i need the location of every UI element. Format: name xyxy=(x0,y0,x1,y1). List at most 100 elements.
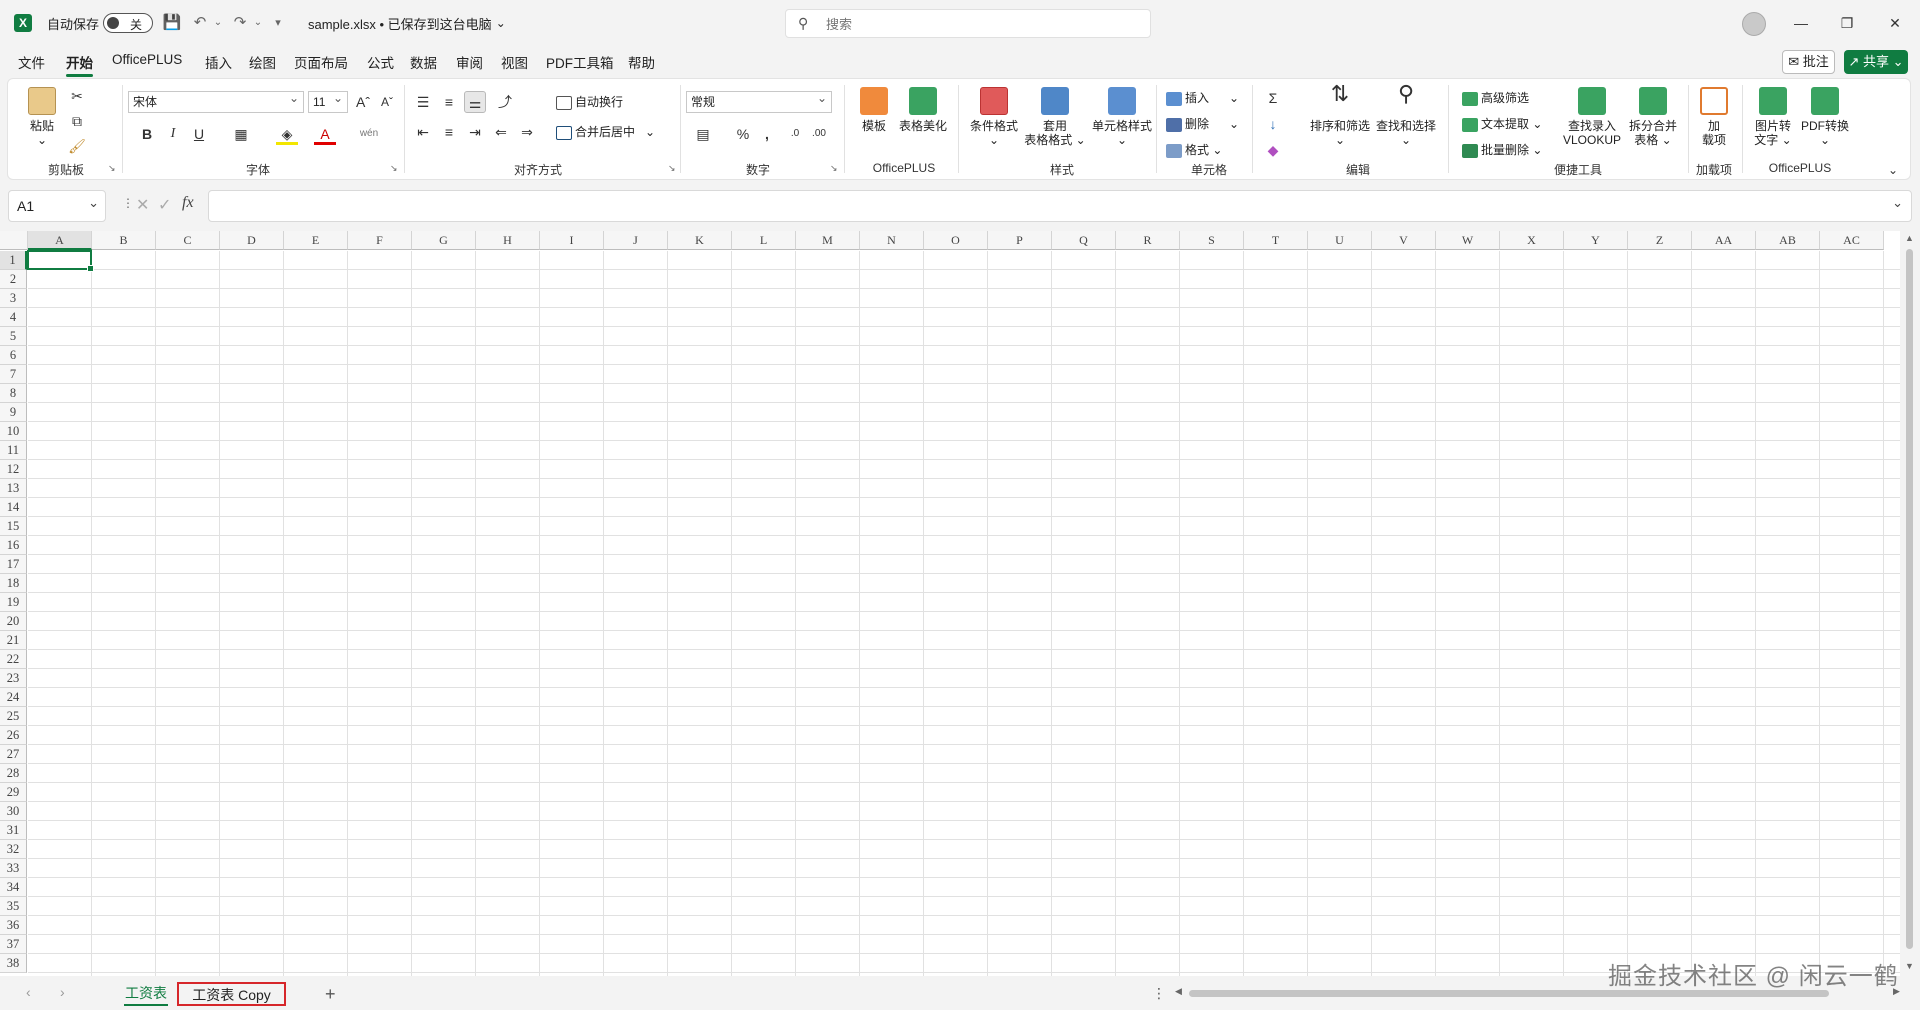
column-header-i[interactable]: I xyxy=(540,231,604,250)
tab-insert[interactable]: 插入 xyxy=(205,52,232,72)
column-header-o[interactable]: O xyxy=(924,231,988,250)
align-middle-icon[interactable]: ≡ xyxy=(438,91,460,113)
file-title[interactable]: sample.xlsx • 已保存到这台电脑 ⌄ xyxy=(308,12,506,34)
column-header-p[interactable]: P xyxy=(988,231,1052,250)
row-header-7[interactable]: 7 xyxy=(0,365,27,384)
column-header-x[interactable]: X xyxy=(1500,231,1564,250)
row-header-22[interactable]: 22 xyxy=(0,650,27,669)
decrease-decimal-icon[interactable]: .00 xyxy=(808,123,830,145)
row-header-32[interactable]: 32 xyxy=(0,840,27,859)
column-header-m[interactable]: M xyxy=(796,231,860,250)
cut-icon[interactable]: ✂ xyxy=(66,85,88,107)
cancel-icon[interactable]: ✕ xyxy=(136,195,149,215)
row-header-35[interactable]: 35 xyxy=(0,897,27,916)
column-header-a[interactable]: A xyxy=(28,231,92,250)
column-header-d[interactable]: D xyxy=(220,231,284,250)
cell-styles-button[interactable]: 单元格样式 ⌄ xyxy=(1090,87,1154,147)
column-header-h[interactable]: H xyxy=(476,231,540,250)
conditional-format-button[interactable]: 条件格式 ⌄ xyxy=(964,87,1024,147)
increase-font-icon[interactable]: Aˆ xyxy=(352,91,374,113)
column-header-g[interactable]: G xyxy=(412,231,476,250)
scroll-down-icon[interactable]: ▼ xyxy=(1905,961,1914,971)
tab-home[interactable]: 开始 xyxy=(66,52,93,77)
column-header-u[interactable]: U xyxy=(1308,231,1372,250)
row-header-31[interactable]: 31 xyxy=(0,821,27,840)
row-header-21[interactable]: 21 xyxy=(0,631,27,650)
format-painter-icon[interactable]: 🖌 xyxy=(66,135,88,157)
tab-draw[interactable]: 绘图 xyxy=(249,52,276,72)
underline-button[interactable]: U xyxy=(188,123,210,145)
lookup-entry-button[interactable]: 查找录入 VLOOKUP xyxy=(1560,87,1624,147)
row-header-24[interactable]: 24 xyxy=(0,688,27,707)
redo-dropdown-icon[interactable]: ⌄ xyxy=(248,13,268,33)
undo-icon[interactable]: ↶ xyxy=(190,13,210,33)
increase-indent-icon[interactable]: ⇒ xyxy=(516,121,538,143)
horizontal-scroll-thumb[interactable] xyxy=(1189,990,1829,997)
addins-button[interactable]: 加 载项 xyxy=(1694,87,1734,147)
customize-qat-icon[interactable]: ▾ xyxy=(268,13,288,33)
column-header-w[interactable]: W xyxy=(1436,231,1500,250)
column-header-c[interactable]: C xyxy=(156,231,220,250)
next-sheet-icon[interactable]: › xyxy=(60,984,65,1000)
select-all-corner[interactable] xyxy=(0,231,28,250)
align-left-icon[interactable]: ⇤ xyxy=(412,121,434,143)
scroll-left-icon[interactable]: ◀ xyxy=(1175,986,1182,997)
row-header-9[interactable]: 9 xyxy=(0,403,27,422)
row-header-38[interactable]: 38 xyxy=(0,954,27,973)
insert-function-icon[interactable]: fx xyxy=(182,194,194,212)
tab-page-layout[interactable]: 页面布局 xyxy=(294,52,348,72)
row-header-37[interactable]: 37 xyxy=(0,935,27,954)
comments-button[interactable]: ✉ 批注 xyxy=(1782,50,1835,74)
paste-button[interactable]: 粘贴 ⌄ xyxy=(24,87,60,147)
row-header-26[interactable]: 26 xyxy=(0,726,27,745)
image-to-text-button[interactable]: 图片转 文字 ⌄ xyxy=(1750,87,1796,147)
table-beautify-button[interactable]: 表格美化 xyxy=(896,87,950,133)
merge-center-button[interactable]: 合并后居中 ⌄ xyxy=(556,125,655,140)
add-sheet-button[interactable]: + xyxy=(325,984,336,1005)
column-header-b[interactable]: B xyxy=(92,231,156,250)
fill-icon[interactable]: ↓ xyxy=(1262,113,1284,135)
split-merge-button[interactable]: 拆分合并 表格 ⌄ xyxy=(1624,87,1682,147)
name-box[interactable]: A1 xyxy=(8,190,106,222)
column-header-aa[interactable]: AA xyxy=(1692,231,1756,250)
row-header-36[interactable]: 36 xyxy=(0,916,27,935)
column-header-s[interactable]: S xyxy=(1180,231,1244,250)
font-launcher-icon[interactable]: ↘ xyxy=(390,163,400,173)
row-header-8[interactable]: 8 xyxy=(0,384,27,403)
tab-officeplus[interactable]: OfficePLUS xyxy=(112,52,182,67)
share-button[interactable]: ↗ 共享 ⌄ xyxy=(1844,50,1908,74)
row-header-15[interactable]: 15 xyxy=(0,517,27,536)
save-icon[interactable]: 💾 xyxy=(162,13,182,33)
minimize-icon[interactable]: — xyxy=(1786,10,1816,36)
row-header-3[interactable]: 3 xyxy=(0,289,27,308)
row-header-19[interactable]: 19 xyxy=(0,593,27,612)
autosum-icon[interactable]: Σ xyxy=(1262,87,1284,109)
row-header-28[interactable]: 28 xyxy=(0,764,27,783)
row-header-25[interactable]: 25 xyxy=(0,707,27,726)
column-header-l[interactable]: L xyxy=(732,231,796,250)
row-header-13[interactable]: 13 xyxy=(0,479,27,498)
pdf-convert-button[interactable]: PDF转换 ⌄ xyxy=(1798,87,1852,147)
close-icon[interactable]: ✕ xyxy=(1880,10,1910,36)
restore-icon[interactable]: ❐ xyxy=(1832,10,1862,36)
column-header-q[interactable]: Q xyxy=(1052,231,1116,250)
row-header-33[interactable]: 33 xyxy=(0,859,27,878)
tab-file[interactable]: 文件 xyxy=(18,52,45,72)
column-header-e[interactable]: E xyxy=(284,231,348,250)
row-header-34[interactable]: 34 xyxy=(0,878,27,897)
column-header-k[interactable]: K xyxy=(668,231,732,250)
tab-data[interactable]: 数据 xyxy=(410,52,437,72)
row-header-6[interactable]: 6 xyxy=(0,346,27,365)
find-select-button[interactable]: ⚲ 查找和选择 ⌄ xyxy=(1374,83,1438,148)
more-options-icon[interactable]: ⋮ xyxy=(122,196,134,210)
copy-icon[interactable]: ⧉ xyxy=(66,110,88,132)
formula-input[interactable]: ⌄ xyxy=(208,190,1912,222)
orientation-icon[interactable]: ⤴ xyxy=(494,91,516,113)
enter-icon[interactable]: ✓ xyxy=(158,195,171,215)
borders-icon[interactable]: ▦ xyxy=(230,123,252,145)
row-header-10[interactable]: 10 xyxy=(0,422,27,441)
font-color-icon[interactable]: A xyxy=(314,123,336,145)
sheet-tab-salary[interactable]: 工资表 xyxy=(120,982,172,1006)
row-header-30[interactable]: 30 xyxy=(0,802,27,821)
phonetic-icon[interactable]: wén xyxy=(358,123,380,145)
